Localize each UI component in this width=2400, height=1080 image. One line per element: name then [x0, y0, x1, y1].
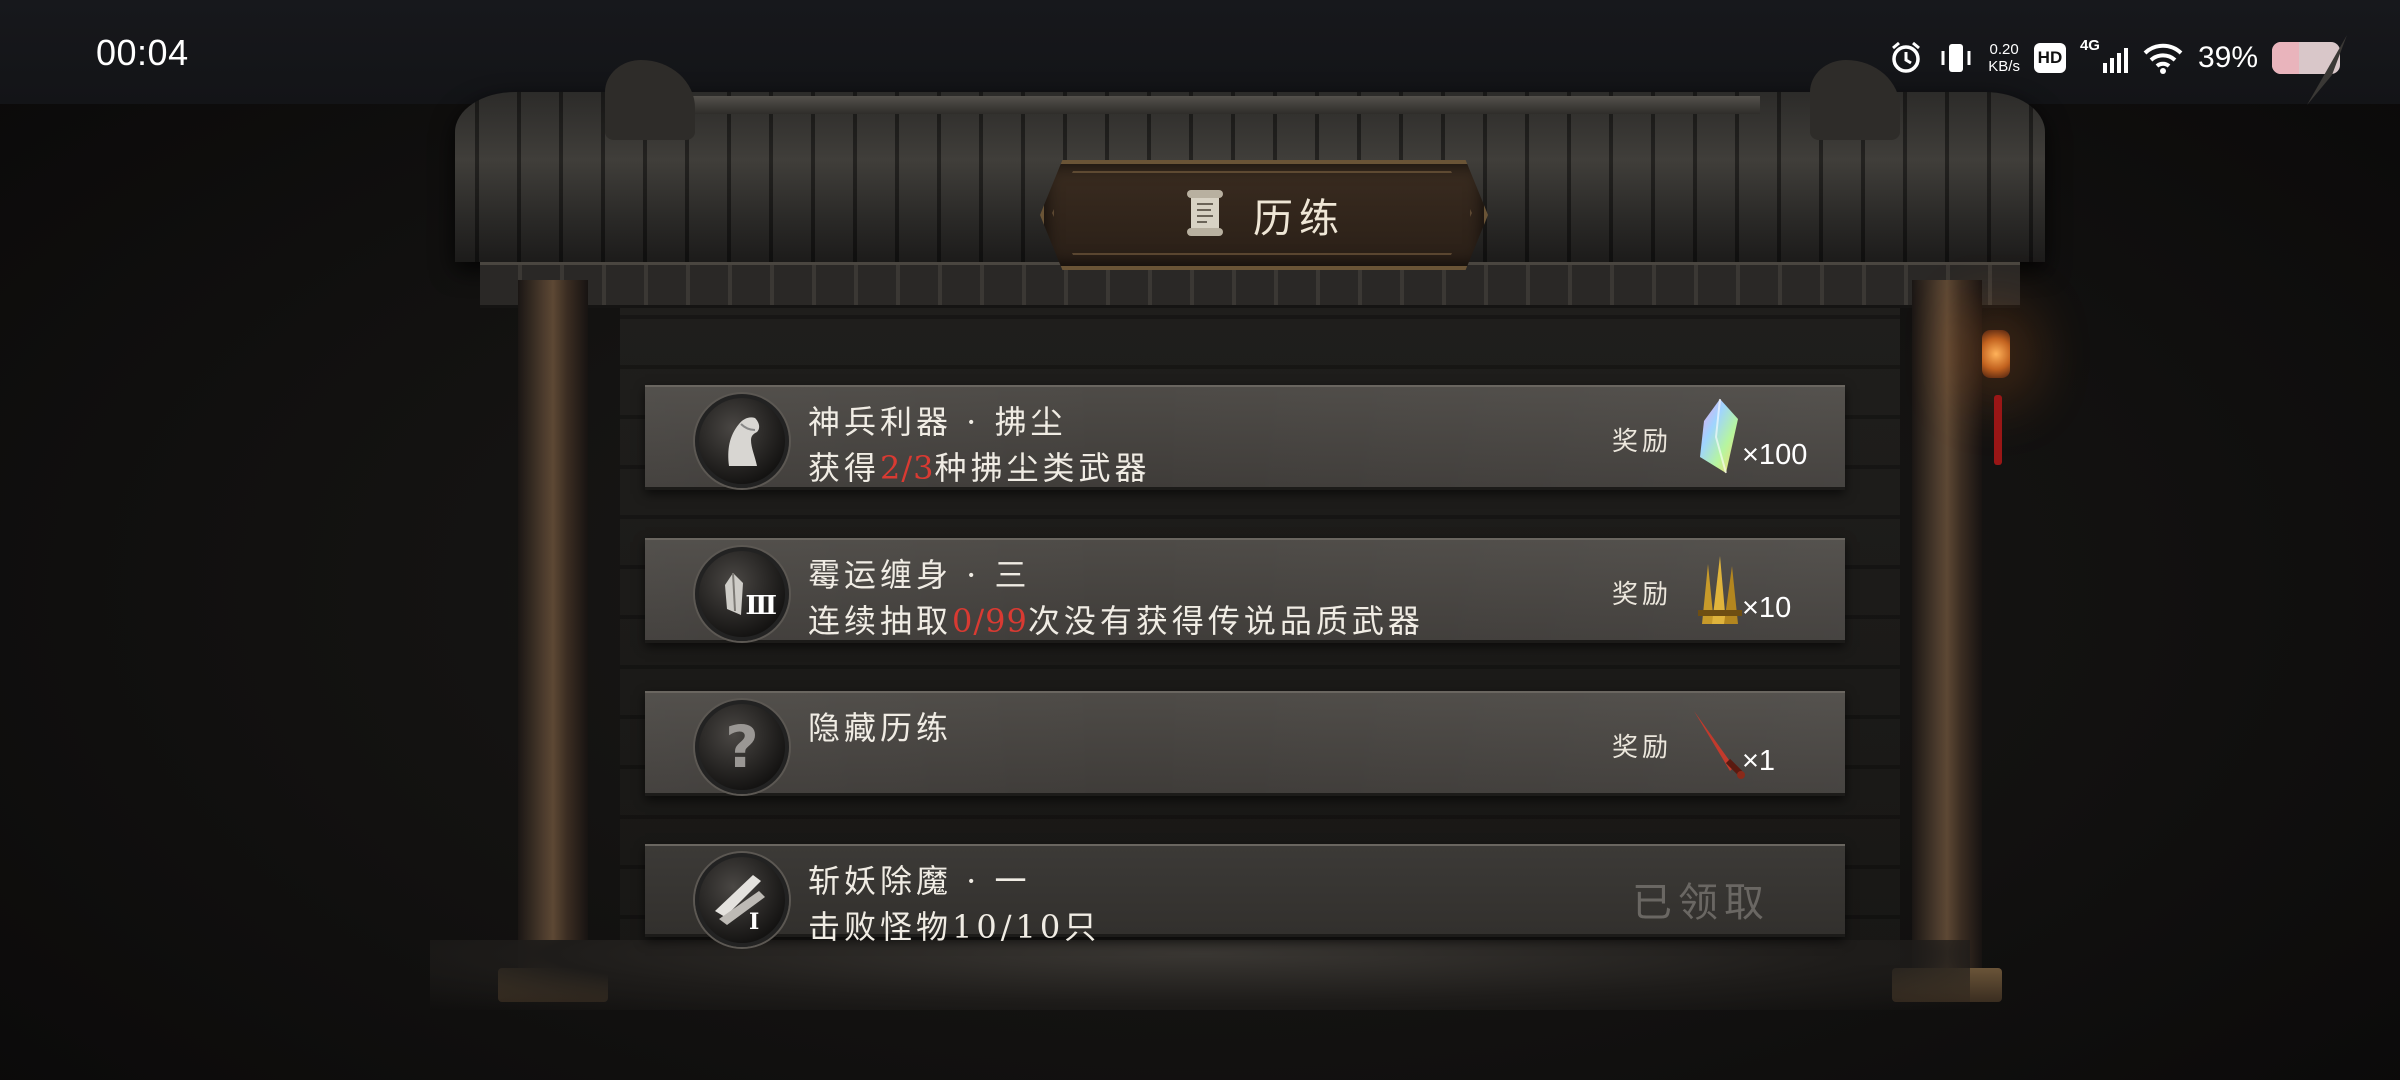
task-title: 神兵利器 · 拂尘 — [808, 403, 1067, 441]
reward-label: 奖励 — [1612, 427, 1673, 457]
crystal-rank-three-icon: Ⅲ — [695, 547, 789, 641]
task-item[interactable]: Ⅲ 霉运缠身 · 三 连续抽取0/99次没有获得传说品质武器 奖励 ×10 — [645, 538, 1845, 643]
reward-count: ×1 — [1742, 745, 1776, 777]
net-speed-unit: KB/s — [1988, 58, 2020, 75]
pillar-base-left — [498, 968, 608, 1002]
horse-head-icon — [695, 394, 789, 488]
svg-text:I: I — [749, 909, 759, 933]
task-title: 隐藏历练 — [808, 709, 953, 747]
net-speed: 0.20 KB/s — [1988, 41, 2020, 75]
battery-percent: 39% — [2197, 41, 2258, 74]
title-plaque: 历练 — [1040, 160, 1488, 270]
signal-icon: 4G — [2080, 37, 2128, 73]
task-item[interactable]: 神兵利器 · 拂尘 获得2/3种拂尘类武器 奖励 ×100 — [645, 385, 1845, 490]
pillar-left — [518, 280, 588, 1000]
net-speed-value: 0.20 — [1989, 41, 2019, 58]
red-tassel — [1994, 395, 2002, 465]
wifi-icon — [2142, 41, 2184, 75]
task-item-claimed: I 斩妖除魔 · 一 击败怪物10/10只 已领取 — [645, 844, 1845, 947]
task-desc-prefix: 连续抽取 — [808, 602, 953, 640]
pillar-base-right — [1892, 968, 2002, 1002]
reward-label: 奖励 — [1612, 733, 1673, 763]
scroll-icon — [1183, 188, 1227, 242]
network-type: 4G — [2079, 37, 2100, 54]
task-title: 霉运缠身 · 三 — [808, 556, 1031, 594]
hd-badge: HD — [2033, 43, 2066, 73]
reward-label: 奖励 — [1612, 580, 1673, 610]
rank-badge: Ⅲ — [745, 591, 777, 621]
question-glyph: ? — [725, 713, 759, 781]
rubble-ground — [430, 940, 1970, 1010]
battery-fill — [2272, 42, 2299, 74]
status-bar: 00:04 0.20 KB/s HD 4G 39% — [0, 0, 2400, 104]
status-time: 00:04 — [96, 32, 189, 73]
pillar-right — [1912, 280, 1982, 1000]
task-progress: 0/99 — [952, 602, 1028, 640]
battery-icon — [2272, 42, 2340, 74]
task-item[interactable]: ? 隐藏历练 奖励 ×1 — [645, 691, 1845, 796]
slash-rank-one-icon: I — [695, 853, 789, 947]
task-title: 斩妖除魔 · 一 — [808, 862, 1031, 900]
task-description: 连续抽取0/99次没有获得传说品质武器 — [808, 596, 1424, 642]
alarm-icon — [1888, 40, 1924, 76]
status-icons: 0.20 KB/s HD 4G 39% — [1888, 34, 2340, 82]
claimed-status: 已领取 — [1632, 880, 1770, 926]
reward-count: ×10 — [1742, 592, 1792, 624]
task-description: 获得2/3种拂尘类武器 — [808, 443, 1151, 489]
task-desc-suffix: 次没有获得传说品质武器 — [1027, 602, 1424, 640]
task-progress: 2/3 — [880, 449, 935, 487]
golden-blades-icon — [1690, 550, 1746, 630]
task-desc-prefix: 获得 — [808, 449, 881, 487]
panel-title: 历练 — [1253, 196, 1345, 242]
reward-count: ×100 — [1742, 439, 1808, 471]
lantern-icon — [1982, 330, 2010, 378]
task-desc-suffix: 种拂尘类武器 — [934, 449, 1151, 487]
vibrate-icon — [1938, 40, 1974, 76]
question-mark-icon: ? — [695, 700, 789, 794]
red-sword-icon — [1690, 703, 1746, 783]
task-description: 击败怪物10/10只 — [808, 908, 1101, 946]
rainbow-crystal-icon — [1690, 397, 1746, 477]
